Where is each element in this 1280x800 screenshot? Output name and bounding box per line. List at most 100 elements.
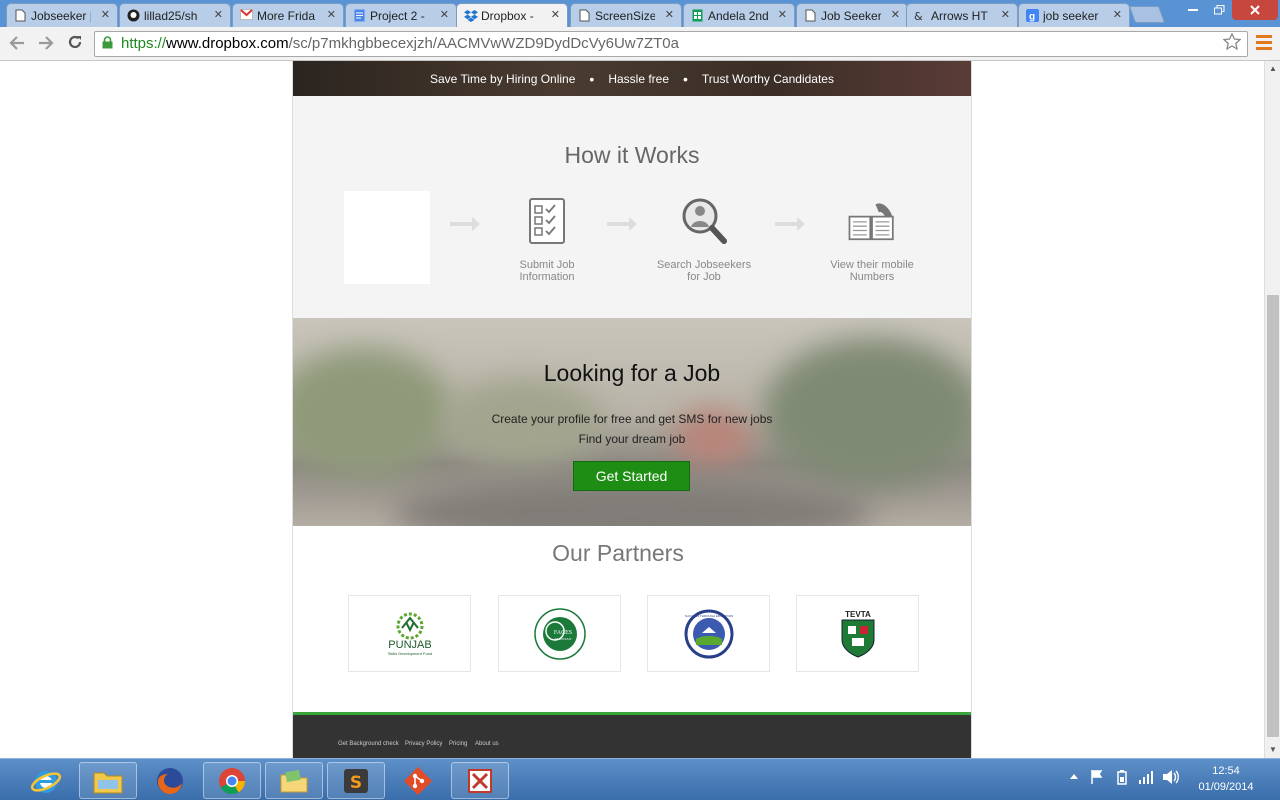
step-view-numbers: View their mobile Numbers [817,196,927,283]
tab-label: Arrows HT [931,8,988,23]
taskbar-sublime-button[interactable]: S [327,762,385,799]
bullet-separator-icon: • [589,70,595,87]
page-viewport: Save Time by Hiring Online • Hassle free… [0,61,1264,758]
sheets-icon [691,9,704,23]
footer-link-background-check[interactable]: Get Background check [338,741,399,747]
volume-icon[interactable] [1162,769,1180,788]
step-label: View their mobile Numbers [830,259,914,283]
tab-close-icon[interactable]: ✕ [1001,8,1010,21]
taskbar-firefox-button[interactable] [141,762,199,799]
taskbar-ie-button[interactable] [17,762,75,799]
taskbar-folder-button[interactable] [265,762,323,799]
chrome-menu-icon[interactable] [1256,35,1272,53]
partner-logo-faces[interactable]: FACES PAKISTAN [498,595,621,672]
scroll-up-arrow-icon[interactable]: ▲ [1265,61,1280,77]
restore-icon [1213,5,1224,15]
folder-icon [280,769,308,792]
tab-close-icon[interactable]: ✕ [551,8,560,21]
step-label: Search Jobseekers for Job [656,259,752,283]
browser-tab-strip: Jobseeker | ✕ lillad25/sh ✕ More Frida ✕… [0,0,1280,27]
browser-toolbar: https://www.dropbox.com/sc/p7mkhgbbecexj… [0,27,1280,61]
partner-logo-punjab[interactable]: PUNJAB Skills Development Fund [348,595,471,672]
bookmark-star-icon[interactable] [1222,32,1242,56]
taskbar-git-button[interactable] [389,762,447,799]
forward-arrow-icon [39,36,54,50]
tab-close-icon[interactable]: ✕ [778,8,787,21]
tab-gmail[interactable]: More Frida ✕ [232,3,344,27]
clock-time: 12:54 [1212,765,1240,777]
tab-close-icon[interactable]: ✕ [327,8,336,21]
tevta-logo: TEVTA [841,610,874,658]
url-host: www.dropbox.com [166,35,289,52]
close-icon [1250,5,1260,15]
taskbar-chrome-button[interactable] [203,762,261,799]
footer-link-pricing[interactable]: Pricing [449,741,467,747]
gmail-icon [240,9,253,23]
tab-github[interactable]: lillad25/sh ✕ [119,3,231,27]
url-path: /sc/p7mkhgbbecexjzh/AACMVwWZD9DydDcVy6Uw… [288,35,679,52]
taskbar-explorer-button[interactable] [79,762,137,799]
tab-jobseeker[interactable]: Jobseeker | ✕ [6,3,118,27]
tab-docs-project[interactable]: Project 2 - ✕ [345,3,457,27]
tab-label: Project 2 - [370,8,425,23]
tab-label: More Frida [257,8,316,23]
vertical-scrollbar[interactable]: ▲ ▼ [1264,61,1280,758]
tab-label: Job Seeker [821,8,881,23]
tray-expand-arrow-icon[interactable] [1069,769,1079,783]
svg-text:&: & [914,10,923,22]
action-center-flag-icon[interactable] [1090,769,1104,788]
tab-close-icon[interactable]: ✕ [1113,8,1122,21]
page-footer: Get Background check Privacy Policy Pric… [293,712,971,758]
step-submit-job: Submit Job Information [492,196,602,283]
address-bar[interactable]: https://www.dropbox.com/sc/p7mkhgbbecexj… [94,31,1248,57]
system-clock[interactable]: 12:54 01/09/2014 [1186,763,1266,795]
tab-sheets-andela[interactable]: Andela 2nd ✕ [683,3,795,27]
looking-description: Create your profile for free and get SMS… [491,412,773,426]
tab-close-icon[interactable]: ✕ [101,8,110,21]
image-placeholder [344,191,430,284]
tab-job-seeker[interactable]: Job Seeker ✕ [796,3,908,27]
partner-logo-tevta[interactable]: TEVTA [796,595,919,672]
partner-subtitle: Skills Development Fund [387,651,431,656]
git-icon [404,766,432,795]
firefox-icon [157,767,183,794]
back-arrow-icon [9,36,24,50]
hero-tagline-strip: Save Time by Hiring Online • Hassle free… [293,61,971,96]
partner-logo-success-education[interactable]: SUCCESS THROUGH EDUCATION [647,595,770,672]
partner-subtitle: PAKISTAN [554,637,571,641]
ie-icon [30,770,62,793]
taskbar-kingsoft-button[interactable] [451,762,509,799]
window-minimize-button[interactable] [1180,0,1206,20]
get-started-button[interactable]: Get Started [573,461,690,491]
our-partners-section: Our Partners PUNJAB Skills Development F… [293,526,971,712]
tab-google-search[interactable]: g job seeker ✕ [1018,3,1130,27]
footer-link-privacy-policy[interactable]: Privacy Policy [405,741,442,747]
looking-for-job-section: Looking for a Job Create your profile fo… [293,318,971,526]
new-tab-button[interactable] [1128,6,1166,23]
window-close-button[interactable] [1232,0,1278,20]
scrollbar-thumb[interactable] [1267,295,1279,737]
arrows-icon: & [914,9,927,23]
reload-button[interactable] [64,33,86,55]
tab-close-icon[interactable]: ✕ [891,8,900,21]
back-button[interactable] [6,33,28,55]
hero-tagline-item: Save Time by Hiring Online [430,71,576,86]
network-signal-icon[interactable] [1138,769,1154,788]
tab-screensize[interactable]: ScreenSize ✕ [570,3,682,27]
tab-dropbox[interactable]: Dropbox - ✕ [456,3,568,27]
tab-close-icon[interactable]: ✕ [440,8,449,21]
arrow-right-icon [775,217,805,231]
partner-name: FACES [553,630,571,636]
kingsoft-icon [468,768,492,793]
scroll-down-arrow-icon[interactable]: ▼ [1265,742,1280,758]
url-scheme: https:// [121,35,167,52]
tab-arrows[interactable]: & Arrows HT ✕ [906,3,1018,27]
battery-icon[interactable] [1114,769,1130,788]
window-restore-button[interactable] [1206,0,1232,20]
tab-close-icon[interactable]: ✕ [214,8,223,21]
footer-link-about-us[interactable]: About us [475,741,499,747]
forward-button[interactable] [35,33,57,55]
lock-icon [102,33,113,57]
faces-pakistan-logo: FACES PAKISTAN [533,607,586,660]
tab-close-icon[interactable]: ✕ [665,8,674,21]
